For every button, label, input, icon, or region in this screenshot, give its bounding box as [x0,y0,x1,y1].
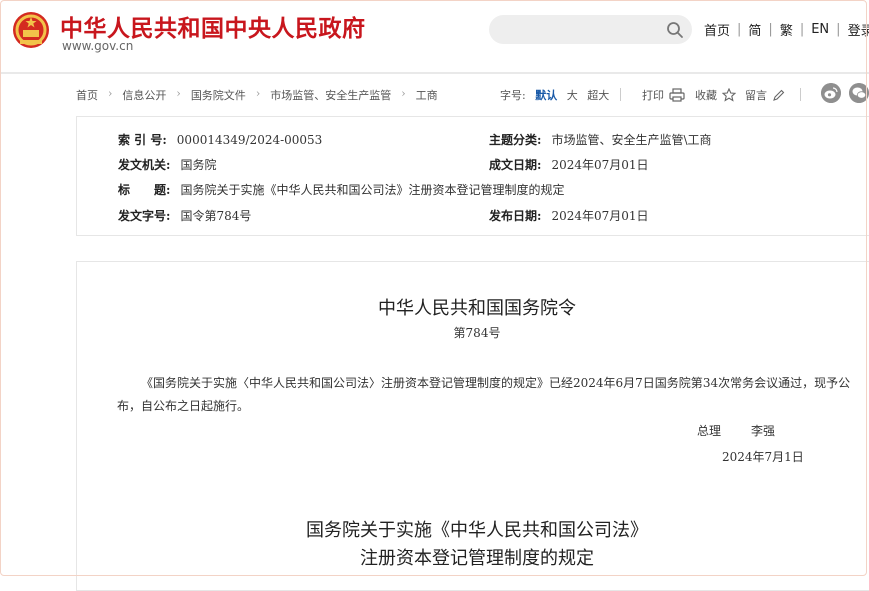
chevron-right-icon: › [255,87,261,100]
search-input[interactable] [489,15,692,44]
top-nav: 首页 | 简 | 繁 | EN | 登录 [704,20,869,39]
star-icon [722,88,736,102]
nav-english[interactable]: EN [811,22,829,37]
nav-separator: | [799,22,805,37]
breadcrumb-bar: 首页 › 信息公开 › 国务院文件 › 市场监管、安全生产监管 › 工商 字号:… [0,82,869,106]
nav-separator: | [768,22,773,37]
info-issuer: 发文机关: 国务院 [118,156,216,173]
nav-separator: | [737,22,742,37]
divider [800,88,801,101]
font-size-large[interactable]: 大 [567,89,578,102]
nav-home[interactable]: 首页 [704,20,730,39]
font-size-selector: 字号: 默认 大 超大 [500,87,615,103]
info-value: 2024年07月01日 [551,209,649,223]
sign-date: 2024年7月1日 [722,450,804,464]
national-emblem-icon[interactable] [12,10,50,50]
font-size-default[interactable]: 默认 [535,89,557,102]
chevron-right-icon: › [176,87,181,100]
nav-traditional[interactable]: 繁 [780,20,793,39]
document-info-table: 索 引 号: 000014349/2024-00053 主题分类: 市场监管、安全生… [76,116,869,236]
info-title: 标 题: 国务院关于实施《中华人民共和国公司法》注册资本登记管理制度的规定 [118,181,564,198]
nav-simplified[interactable]: 简 [748,20,761,39]
breadcrumb-home[interactable]: 首页 [76,87,98,103]
article-body: 中华人民共和国国务院令 第784号 《国务院关于实施〈中华人民共和国公司法〉注册… [76,261,869,591]
favorite-button[interactable]: 收藏 [695,87,736,103]
info-value: 国令第784号 [180,209,252,223]
info-label: 发文机关: [118,158,171,172]
info-label: 发文字号: [118,209,171,223]
site-url[interactable]: www.gov.cn [62,39,133,53]
favorite-label: 收藏 [695,89,717,102]
nav-login[interactable]: 登录 [848,20,869,39]
info-doc-number: 发文字号: 国令第784号 [118,207,251,224]
font-size-xlarge[interactable]: 超大 [587,89,609,102]
signer-title: 总理 [697,424,722,438]
info-label: 标 题: [118,183,171,197]
regulation-title-line2: 注册资本登记管理制度的规定 [360,548,594,569]
search-icon[interactable] [666,21,684,39]
pencil-icon [773,89,785,101]
breadcrumb-state-council-docs[interactable]: 国务院文件 [191,87,246,103]
info-index: 索 引 号: 000014349/2024-00053 [118,131,322,148]
info-category: 主题分类: 市场监管、安全生产监管\工商 [489,131,711,148]
printer-icon [669,88,685,102]
signer-name: 李强 [751,424,776,438]
print-button[interactable]: 打印 [642,87,685,103]
order-title: 中华人民共和国国务院令 [378,298,576,319]
comment-button[interactable]: 留言 [745,87,785,103]
order-number: 第784号 [453,326,501,340]
info-label: 成文日期: [489,158,542,172]
breadcrumb-market-supervision[interactable]: 市场监管、安全生产监管 [270,87,391,103]
info-value: 国务院关于实施《中华人民共和国公司法》注册资本登记管理制度的规定 [180,183,565,197]
comment-label: 留言 [745,89,767,102]
regulation-title: 国务院关于实施《中华人民共和国公司法》 注册资本登记管理制度的规定 [77,517,869,573]
chevron-right-icon: › [108,87,113,100]
divider [620,88,621,101]
signature: 总理 李强 [697,422,775,439]
info-label: 主题分类: [489,133,542,147]
regulation-title-line1: 国务院关于实施《中华人民共和国公司法》 [306,520,648,541]
info-value: 000014349/2024-00053 [176,133,323,147]
wechat-icon[interactable] [849,83,869,103]
nav-separator: | [836,22,841,37]
info-label: 索 引 号: [118,133,167,147]
breadcrumb: 首页 › 信息公开 › 国务院文件 › 市场监管、安全生产监管 › 工商 [76,87,438,103]
info-label: 发布日期: [489,209,542,223]
print-label: 打印 [642,89,664,102]
weibo-icon[interactable] [821,83,841,103]
chevron-right-icon: › [401,87,406,100]
info-value: 市场监管、安全生产监管\工商 [551,133,712,147]
info-value: 国务院 [180,158,217,172]
info-value: 2024年07月01日 [551,158,649,172]
site-title[interactable]: 中华人民共和国中央人民政府 [60,9,366,43]
article-paragraph: 《国务院关于实施〈中华人民共和国公司法〉注册资本登记管理制度的规定》已经2024… [117,376,851,413]
font-size-label: 字号: [500,89,526,102]
info-created-date: 成文日期: 2024年07月01日 [489,156,649,173]
breadcrumb-commerce[interactable]: 工商 [416,87,438,103]
info-published-date: 发布日期: 2024年07月01日 [489,207,649,224]
site-header: 中华人民共和国中央人民政府 www.gov.cn 首页 | 简 | 繁 | EN… [0,0,869,74]
breadcrumb-info-public[interactable]: 信息公开 [122,87,166,103]
